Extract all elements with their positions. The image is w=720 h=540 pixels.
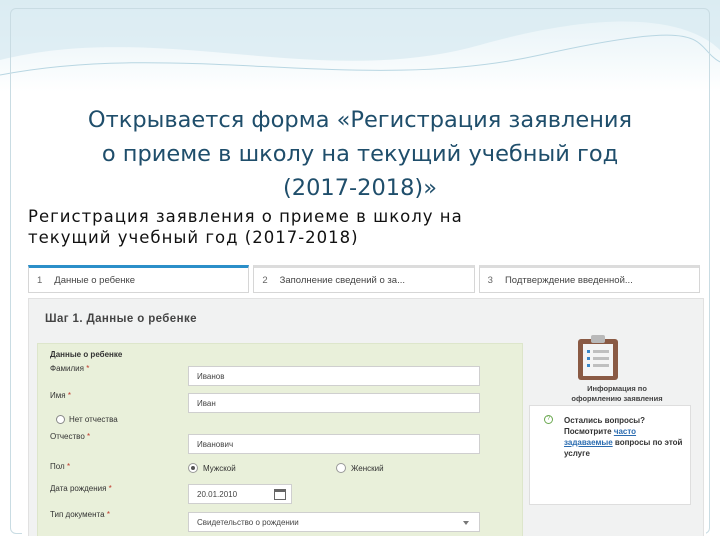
section-label: Данные о ребенке <box>50 350 123 359</box>
step-label: Данные о ребенке <box>54 274 136 286</box>
birthdate-value: 20.01.2010 <box>197 490 238 499</box>
required-mark: * <box>66 462 71 471</box>
chevron-down-icon <box>463 521 469 525</box>
step-number: 1 <box>37 274 43 286</box>
step-tab-1[interactable]: 1 Данные о ребенке <box>28 265 250 293</box>
doc-type-label: Тип документа * <box>50 510 110 519</box>
name-label: Имя * <box>50 391 71 400</box>
step-label: Заполнение сведений о за... <box>279 274 405 286</box>
radio-female-label: Женский <box>351 463 384 473</box>
step-tab-3[interactable]: 3 Подтверждение введенной... <box>478 265 700 293</box>
step-panel: Шаг 1. Данные о ребенке Данные о ребенке… <box>28 298 704 536</box>
required-mark: * <box>67 391 71 400</box>
step-number: 2 <box>262 274 268 286</box>
calendar-icon[interactable] <box>274 489 286 500</box>
radio-male-label: Мужской <box>203 463 236 473</box>
question-icon: ? <box>544 415 553 424</box>
form-screenshot: Регистрация заявления о приеме в школу н… <box>22 206 706 536</box>
required-mark: * <box>106 510 110 519</box>
no-patronymic-label: Нет отчества <box>69 415 118 424</box>
step-label: Подтверждение введенной... <box>504 274 633 286</box>
form-heading: Регистрация заявления о приеме в школу н… <box>28 206 688 248</box>
required-mark: * <box>86 364 90 373</box>
gender-female-option[interactable]: Женский <box>336 463 384 473</box>
slide-title-line-1: Открывается форма «Регистрация заявления <box>87 107 633 133</box>
clipboard-icon <box>578 335 618 380</box>
radio-female[interactable] <box>336 463 346 473</box>
slide-title-line-2: о приеме в школу на текущий учебный год <box>101 141 619 167</box>
step-tab-2[interactable]: 2 Заполнение сведений о за... <box>253 265 475 293</box>
radio-male[interactable] <box>188 463 198 473</box>
slide-title-line-3: (2017-2018)» <box>283 175 437 201</box>
surname-input[interactable]: Иванов <box>188 366 480 386</box>
help-text: Остались вопросы? Посмотрите часто задав… <box>564 416 683 458</box>
name-input[interactable]: Иван <box>188 393 480 413</box>
surname-label: Фамилия * <box>50 364 90 373</box>
patronymic-input[interactable]: Иванович <box>188 434 480 454</box>
patronymic-label: Отчество * <box>50 432 91 441</box>
doc-type-value: Свидетельство о рождении <box>197 518 299 527</box>
info-link-block[interactable]: Информация по оформлению заявления <box>537 327 697 407</box>
slide-title: Открывается форма «Регистрация заявления… <box>30 103 690 205</box>
wizard-steps: 1 Данные о ребенке 2 Заполнение сведений… <box>28 265 700 295</box>
help-box: ? Остались вопросы? Посмотрите часто зад… <box>529 405 691 505</box>
required-mark: * <box>87 432 91 441</box>
no-patronymic-checkbox[interactable] <box>56 415 65 424</box>
birthdate-input[interactable]: 20.01.2010 <box>188 484 292 504</box>
step-number: 3 <box>487 274 493 286</box>
gender-male-option[interactable]: Мужской <box>188 463 236 473</box>
birthdate-label: Дата рождения * <box>50 484 112 493</box>
no-patronymic-row: Нет отчества <box>56 415 118 424</box>
info-caption: Информация по оформлению заявления <box>571 384 663 403</box>
gender-label: Пол * <box>50 462 71 471</box>
required-mark: * <box>108 484 112 493</box>
doc-type-select[interactable]: Свидетельство о рождении <box>188 512 480 532</box>
form-heading-line-1: Регистрация заявления о приеме в школу н… <box>28 207 463 226</box>
step-title: Шаг 1. Данные о ребенке <box>45 313 197 325</box>
child-data-section: Данные о ребенке Фамилия * Иванов Имя * … <box>37 343 523 536</box>
form-heading-line-2: текущий учебный год (2017-2018) <box>28 228 359 247</box>
